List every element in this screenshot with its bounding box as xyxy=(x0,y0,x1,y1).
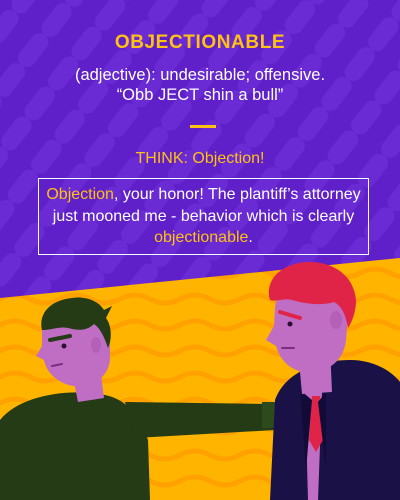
definition-text: (adjective): undesirable; offensive. xyxy=(74,66,326,84)
sentence-end: . xyxy=(248,229,253,246)
pronunciation-text: “Obb JECT shin a bull” xyxy=(116,86,284,104)
think-hint: THINK: Objection! xyxy=(135,150,265,167)
highlight-objectionable: objectionable xyxy=(154,229,249,246)
divider-line xyxy=(190,125,216,128)
example-sentence-box: Objection, your honor! The plantiff’s at… xyxy=(38,178,369,255)
vocab-card: OBJECTIONABLE (adjective): undesirable; … xyxy=(0,0,400,500)
highlight-objection: Objection xyxy=(46,186,114,203)
vocab-word: OBJECTIONABLE xyxy=(114,32,286,53)
